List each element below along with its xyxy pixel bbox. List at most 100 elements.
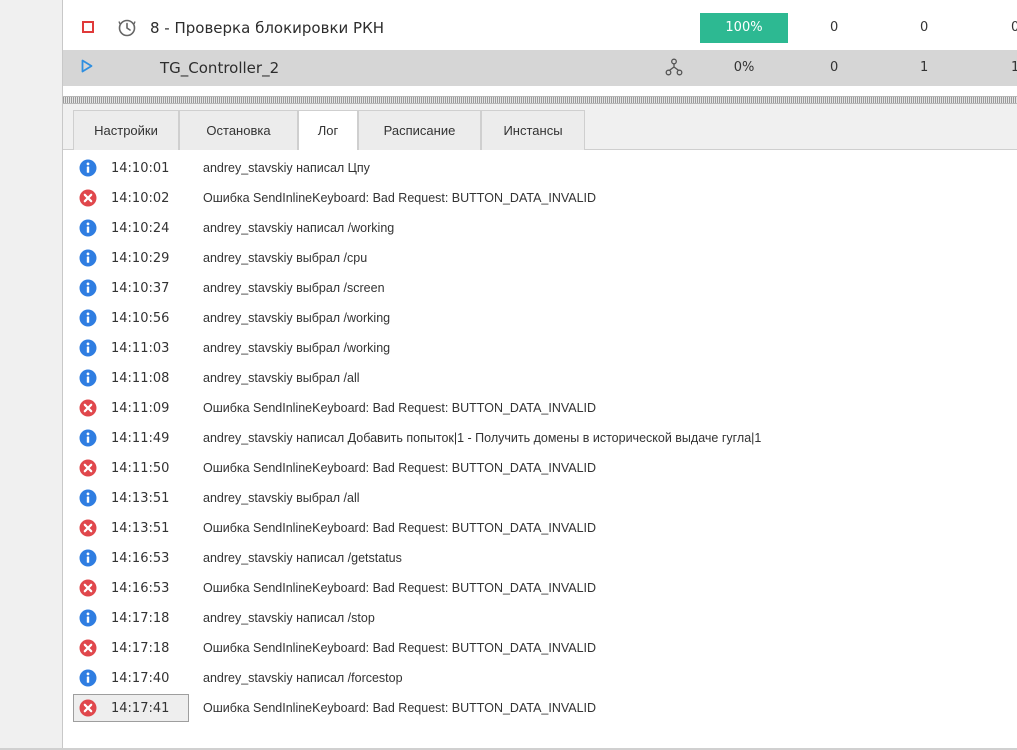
main-area: 8 - Проверка блокировки РКН 100% 0 0 0 T… (63, 0, 1017, 750)
log-time: 14:11:49 (111, 431, 170, 446)
log-entry[interactable]: 14:16:53 andrey_stavskiy написал /getstat… (63, 543, 1017, 573)
task-grid: 8 - Проверка блокировки РКН 100% 0 0 0 T… (63, 0, 1017, 96)
log-time: 14:11:03 (111, 341, 170, 356)
panel-splitter[interactable] (63, 96, 1017, 104)
task-name: TG_Controller_2 (160, 59, 280, 77)
info-icon (79, 279, 97, 297)
task-checkbox[interactable] (82, 21, 94, 33)
log-message: Ошибка SendInlineKeyboard: Bad Request: … (203, 521, 597, 535)
tab-label: Инстансы (503, 123, 563, 138)
log-message: Ошибка SendInlineKeyboard: Bad Request: … (203, 461, 597, 475)
log-message: andrey_stavskiy написал Добавить попыток… (203, 431, 762, 445)
log-entry[interactable]: 14:11:50 Ошибка SendInlineKeyboard: Bad R… (63, 453, 1017, 483)
error-icon (79, 519, 97, 537)
info-icon (79, 609, 97, 627)
tab-schedule[interactable]: Расписание (358, 110, 481, 150)
log-time: 14:13:51 (111, 521, 170, 536)
tab-log[interactable]: Лог (298, 110, 358, 151)
task-row[interactable]: 8 - Проверка блокировки РКН 100% 0 0 0 (63, 13, 1017, 43)
info-icon (79, 669, 97, 687)
info-icon (79, 219, 97, 237)
left-panel-strip (0, 0, 63, 750)
task-count-a: 0 (830, 20, 839, 35)
log-time: 14:17:18 (111, 641, 170, 656)
log-time: 14:16:53 (111, 581, 170, 596)
log-message: andrey_stavskiy написал /getstatus (203, 551, 402, 565)
task-progress-text: 100% (725, 20, 763, 35)
error-icon (79, 399, 97, 417)
log-time: 14:10:01 (111, 161, 170, 176)
task-count-b: 0 (920, 20, 929, 35)
log-entry[interactable]: 14:10:29 andrey_stavskiy выбрал /cpu (63, 243, 1017, 273)
log-message: andrey_stavskiy выбрал /all (203, 371, 360, 385)
task-count-b: 1 (920, 60, 929, 75)
error-icon (79, 459, 97, 477)
error-icon (79, 579, 97, 597)
play-icon[interactable] (81, 59, 93, 73)
task-name: 8 - Проверка блокировки РКН (150, 19, 384, 37)
log-time: 14:10:56 (111, 311, 170, 326)
log-entry[interactable]: 14:11:03 andrey_stavskiy выбрал /working (63, 333, 1017, 363)
log-message: andrey_stavskiy выбрал /all (203, 491, 360, 505)
log-entry-selected[interactable]: 14:17:41 Ошибка SendInlineKeyboard: Bad R… (63, 693, 1017, 723)
info-icon (79, 429, 97, 447)
error-icon (79, 639, 97, 657)
task-row-selected[interactable]: TG_Controller_2 0% 0 1 1 (63, 50, 1017, 86)
info-icon (79, 249, 97, 267)
task-progress-bar: 100% (700, 13, 788, 43)
log-entry[interactable]: 14:17:40 andrey_stavskiy написал /forcest… (63, 663, 1017, 693)
multithread-fork-icon (665, 58, 683, 76)
log-entry[interactable]: 14:11:08 andrey_stavskiy выбрал /all (63, 363, 1017, 393)
log-entry[interactable]: 14:11:49 andrey_stavskiy написал Добавить… (63, 423, 1017, 453)
error-icon (79, 699, 97, 717)
log-entry[interactable]: 14:10:56 andrey_stavskiy выбрал /working (63, 303, 1017, 333)
info-icon (79, 489, 97, 507)
log-message: Ошибка SendInlineKeyboard: Bad Request: … (203, 641, 597, 655)
scheduled-clock-icon (118, 19, 136, 37)
log-time: 14:10:02 (111, 191, 170, 206)
log-time: 14:16:53 (111, 551, 170, 566)
log-message: andrey_stavskiy написал /stop (203, 611, 375, 625)
log-entry[interactable]: 14:10:02 Ошибка SendInlineKeyboard: Bad R… (63, 183, 1017, 213)
log-entry[interactable]: 14:11:09 Ошибка SendInlineKeyboard: Bad R… (63, 393, 1017, 423)
log-time: 14:17:40 (111, 671, 170, 686)
tab-settings[interactable]: Настройки (73, 110, 179, 150)
task-count-a: 0 (830, 60, 839, 75)
tabs-bar: Настройки Остановка Лог Расписание Инста… (63, 104, 1017, 151)
log-entry[interactable]: 14:17:18 andrey_stavskiy написал /stop (63, 603, 1017, 633)
info-icon (79, 309, 97, 327)
log-list[interactable]: 14:10:01 andrey_stavskiy написал Цпу 14:10… (63, 150, 1017, 750)
log-entry[interactable]: 14:17:18 Ошибка SendInlineKeyboard: Bad R… (63, 633, 1017, 663)
task-progress-text: 0% (733, 60, 755, 75)
log-time: 14:17:41 (111, 701, 170, 716)
info-icon (79, 549, 97, 567)
log-entry[interactable]: 14:16:53 Ошибка SendInlineKeyboard: Bad R… (63, 573, 1017, 603)
task-row-partial[interactable] (63, 0, 1017, 5)
task-count-c: 1 (1011, 60, 1017, 75)
log-message: Ошибка SendInlineKeyboard: Bad Request: … (203, 581, 597, 595)
error-icon (79, 189, 97, 207)
log-entry[interactable]: 14:13:51 Ошибка SendInlineKeyboard: Bad R… (63, 513, 1017, 543)
info-icon (79, 369, 97, 387)
task-count-c: 0 (1011, 20, 1017, 35)
info-icon (79, 339, 97, 357)
log-message: andrey_stavskiy написал Цпу (203, 161, 370, 175)
log-entry[interactable]: 14:13:51 andrey_stavskiy выбрал /all (63, 483, 1017, 513)
log-message: Ошибка SendInlineKeyboard: Bad Request: … (203, 191, 597, 205)
tab-label: Остановка (206, 123, 271, 138)
log-time: 14:10:37 (111, 281, 170, 296)
log-entry[interactable]: 14:10:01 andrey_stavskiy написал Цпу (63, 153, 1017, 183)
log-message: andrey_stavskiy написал /forcestop (203, 671, 403, 685)
tab-stop[interactable]: Остановка (179, 110, 298, 150)
log-time: 14:10:29 (111, 251, 170, 266)
log-message: Ошибка SendInlineKeyboard: Bad Request: … (203, 701, 597, 715)
log-message: andrey_stavskiy выбрал /screen (203, 281, 385, 295)
log-entry[interactable]: 14:10:37 andrey_stavskiy выбрал /screen (63, 273, 1017, 303)
log-message: andrey_stavskiy выбрал /working (203, 311, 391, 325)
tab-label: Расписание (383, 123, 456, 138)
tab-instances[interactable]: Инстансы (481, 110, 585, 150)
log-time: 14:11:50 (111, 461, 170, 476)
tab-label: Настройки (94, 123, 158, 138)
task-progress-bar: 0% (700, 53, 788, 83)
log-entry[interactable]: 14:10:24 andrey_stavskiy написал /working (63, 213, 1017, 243)
